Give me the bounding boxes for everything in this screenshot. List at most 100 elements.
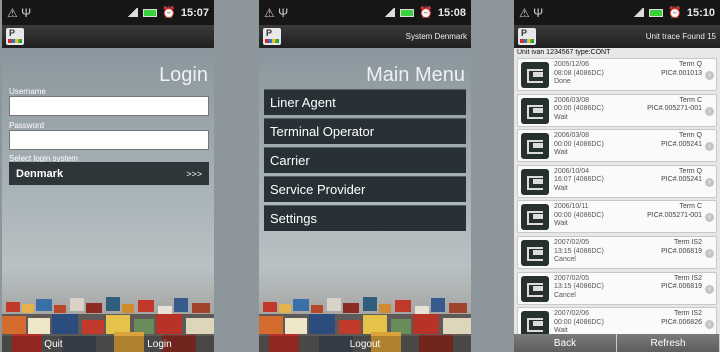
notification-icons: ⚠ Ψ — [519, 5, 544, 20]
row-time: 00:00 (4086DC) — [554, 105, 604, 113]
chevron-right-icon[interactable]: › — [705, 213, 714, 223]
username-label: Username — [9, 87, 46, 96]
row-time: 00:00 (4086DC) — [554, 318, 604, 326]
row-time: 13:15 (4086DC) — [554, 247, 604, 255]
signal-icon — [633, 8, 645, 17]
app-logo — [6, 28, 24, 45]
password-label: Password — [9, 121, 45, 130]
row-status: Done — [554, 78, 571, 85]
row-pic: PIC#.006826 — [661, 318, 702, 326]
menu-item-liner-agent[interactable]: Liner Agent — [264, 89, 466, 115]
notification-icons: ⚠ Ψ — [264, 5, 289, 20]
chevron-right-icon[interactable]: › — [705, 142, 714, 152]
row-pic: PIC#.001013 — [661, 69, 702, 77]
notification-icons: ⚠ Ψ — [7, 5, 32, 20]
row-term: Term IS2 — [673, 239, 702, 246]
app-logo — [263, 28, 281, 45]
clock: 15:08 — [437, 6, 466, 19]
row-status: Wait — [554, 184, 568, 192]
clock: 15:07 — [180, 6, 209, 19]
trace-row[interactable]: 2006/03/08 00:00 (4086DC) Wait Term Q PIC#.0… — [517, 129, 717, 163]
login-screen: ⚠ Ψ ⏰ 15:07 Login Username Password Selec… — [2, 0, 214, 352]
status-bar: ⚠ Ψ ⏰ 15:08 — [259, 0, 471, 25]
trace-row[interactable]: 2006/10/11 00:00 (4086DC) Wait Term C PIC#.0… — [517, 200, 717, 234]
row-pic: PIC#.005241 — [661, 140, 702, 148]
row-term: Term C — [679, 96, 702, 104]
title-bar — [2, 25, 214, 48]
container-move-icon — [521, 62, 549, 88]
alarm-icon: ⏰ — [419, 7, 433, 19]
row-pic: PIC#.006819 — [661, 247, 702, 255]
row-status: Cancel — [554, 256, 576, 263]
menu-item-service-provider[interactable]: Service Provider — [264, 176, 466, 202]
menu-item-settings[interactable]: Settings — [264, 205, 466, 231]
login-bottom-bar: Quit Login — [2, 336, 214, 352]
row-term: Term IS2 — [673, 274, 702, 282]
row-pic: PIC#.005271-001 — [647, 211, 702, 219]
row-time: 00:00 (4086DC) — [554, 211, 604, 219]
container-move-icon — [521, 204, 549, 231]
login-form: Login Username Password Select login sys… — [2, 48, 214, 352]
main-menu-screen: ⚠ Ψ ⏰ 15:08 System Denmark Main Menu Line… — [259, 0, 471, 352]
trace-row[interactable]: 2007/02/05 13:15 (4086DC) Cancel Term IS2 PI… — [517, 271, 717, 305]
row-time: 16:07 (4086DC) — [554, 176, 604, 184]
password-field[interactable] — [9, 130, 209, 150]
refresh-button[interactable]: Refresh — [617, 334, 720, 352]
forward-arrow-icon: >>> — [186, 168, 202, 179]
trace-button-bar: Back Refresh — [514, 334, 720, 352]
trace-row[interactable]: 2006/10/04 16:07 (4086DC) Wait Term Q PIC#.0… — [517, 164, 717, 198]
row-date: 2007/02/06 — [554, 310, 590, 318]
row-time: 13:15 (4086DC) — [554, 283, 604, 291]
trace-title: Unit trace Found 15 — [645, 32, 716, 41]
trace-row[interactable]: 2006/03/08 00:00 (4086DC) Wait Term C PIC#.0… — [517, 93, 717, 127]
clock: 15:10 — [686, 6, 715, 19]
container-move-icon — [521, 275, 549, 302]
back-button[interactable]: Back — [514, 334, 617, 352]
row-status: Wait — [554, 113, 568, 121]
chevron-right-icon[interactable]: › — [705, 249, 714, 258]
container-move-icon — [521, 240, 549, 266]
title-bar: System Denmark — [259, 25, 471, 48]
battery-icon — [649, 8, 664, 17]
chevron-right-icon[interactable]: › — [705, 106, 714, 116]
menu-item-terminal-operator[interactable]: Terminal Operator — [264, 118, 466, 144]
page-title: Login — [159, 64, 208, 86]
username-field[interactable] — [9, 96, 209, 116]
row-date: 2006/03/08 — [554, 96, 590, 104]
trace-row[interactable]: 2007/02/05 13:15 (4086DC) Cancel Term IS2 PI… — [517, 236, 717, 269]
login-system-select[interactable]: Denmark >>> — [9, 162, 209, 185]
chevron-right-icon[interactable]: › — [705, 71, 714, 80]
row-status: Cancel — [554, 291, 576, 299]
status-bar: ⚠ Ψ ⏰ 15:10 — [514, 0, 720, 25]
login-button[interactable]: Login — [147, 339, 171, 350]
chevron-right-icon[interactable]: › — [705, 284, 714, 294]
menu-item-carrier[interactable]: Carrier — [264, 147, 466, 173]
row-pic: PIC#.006819 — [661, 283, 702, 291]
chevron-right-icon[interactable]: › — [705, 320, 714, 330]
chevron-right-icon[interactable]: › — [705, 177, 714, 187]
row-date: 2006/10/11 — [554, 203, 589, 211]
quit-button[interactable]: Quit — [44, 339, 62, 350]
battery-icon — [400, 8, 415, 17]
row-date: 2007/02/05 — [554, 274, 590, 282]
system-value: Denmark — [16, 167, 64, 180]
row-date: 2006/03/08 — [554, 132, 590, 140]
row-term: Term C — [679, 203, 702, 211]
logout-button[interactable]: Logout — [350, 339, 381, 350]
row-pic: PIC#.005271-001 — [647, 105, 702, 113]
alarm-icon: ⏰ — [668, 7, 682, 19]
signal-icon — [384, 8, 396, 17]
row-date: 2005/12/06 — [554, 61, 590, 68]
container-move-icon — [521, 97, 549, 124]
title-bar: Unit trace Found 15 — [514, 25, 720, 48]
unit-info: Unit ivan 1234567 type:CONT — [514, 48, 720, 57]
page-title: Main Menu — [366, 64, 465, 86]
battery-icon — [143, 8, 158, 17]
row-time: 00:00 (4086DC) — [554, 140, 604, 148]
status-bar: ⚠ Ψ ⏰ 15:07 — [2, 0, 214, 25]
row-time: 08:08 (4086DC) — [554, 69, 604, 77]
unit-trace-screen: ⚠ Ψ ⏰ 15:10 Unit trace Found 15 Unit ivan… — [514, 0, 720, 352]
row-status: Wait — [554, 220, 568, 228]
trace-row[interactable]: 2005/12/06 08:08 (4086DC) Done Term Q PIC#.0… — [517, 58, 717, 91]
row-term: Term Q — [679, 61, 702, 68]
